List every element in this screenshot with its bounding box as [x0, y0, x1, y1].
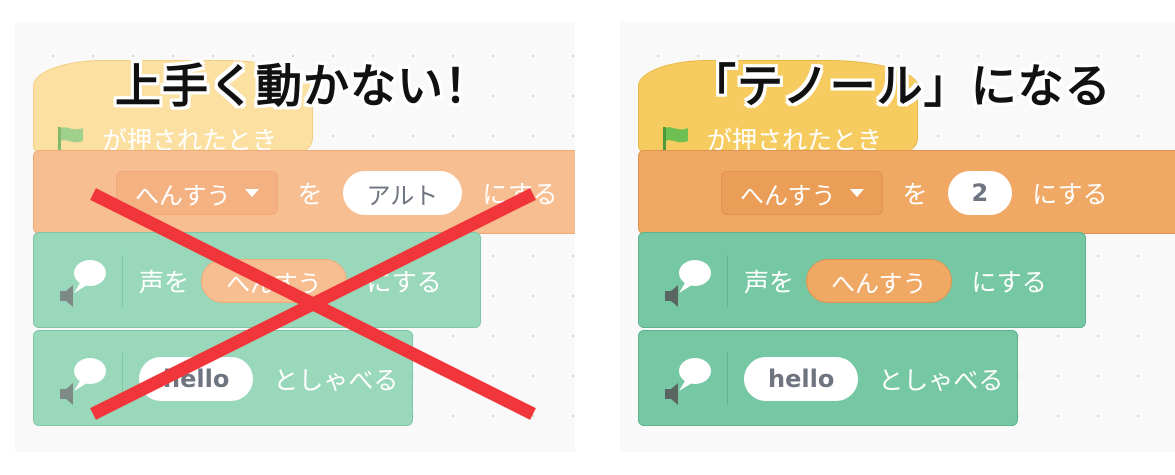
- say-suffix: としゃべる: [878, 366, 1004, 395]
- green-flag-icon: [663, 127, 688, 152]
- variable-reporter[interactable]: へんすう: [201, 259, 347, 303]
- set-variable-block[interactable]: へんすう を アルト にする: [33, 150, 575, 234]
- message-input[interactable]: hello: [139, 357, 254, 401]
- divider: [727, 353, 728, 405]
- voice-label: 声を: [139, 268, 190, 297]
- reporter-text: へんすう: [831, 269, 927, 298]
- speech-bubble-icon: [60, 260, 106, 307]
- voice-label: 声を: [744, 268, 795, 297]
- to-label: を: [902, 180, 928, 209]
- set-variable-block[interactable]: へんすう を 2 にする: [638, 150, 1175, 234]
- set-suffix: にする: [1032, 180, 1108, 209]
- voice-suffix: にする: [366, 268, 442, 297]
- value-input[interactable]: アルト: [342, 171, 463, 215]
- message-text: hello: [768, 365, 835, 393]
- divider: [122, 353, 123, 405]
- headline: 上手く動かない！: [115, 59, 491, 113]
- value-text: アルト: [366, 181, 439, 210]
- variable-dropdown[interactable]: へんすう: [116, 171, 278, 215]
- message-text: hello: [163, 365, 230, 393]
- reporter-text: へんすう: [226, 269, 322, 298]
- speech-bubble-icon: [665, 260, 711, 307]
- headline: 「テノール」になる: [690, 59, 1112, 113]
- set-suffix: にする: [482, 180, 558, 209]
- variable-reporter[interactable]: へんすう: [806, 259, 952, 303]
- divider: [122, 255, 123, 307]
- to-label: を: [297, 180, 323, 209]
- value-text: 2: [971, 179, 989, 207]
- dropdown-caret-icon: [849, 189, 864, 197]
- message-input[interactable]: hello: [744, 357, 859, 401]
- say-suffix: としゃべる: [273, 366, 399, 395]
- speech-bubble-icon: [60, 358, 106, 405]
- right-panel: が押されたとき へんすう を 2 にする 声を へんすう にする hello と…: [620, 22, 1175, 452]
- value-input[interactable]: 2: [947, 171, 1013, 215]
- speech-bubble-icon: [665, 358, 711, 405]
- variable-name: へんすう: [135, 181, 231, 210]
- set-voice-block[interactable]: 声を へんすう にする: [33, 232, 481, 328]
- voice-suffix: にする: [971, 268, 1047, 297]
- dropdown-caret-icon: [244, 189, 259, 197]
- variable-dropdown[interactable]: へんすう: [721, 171, 883, 215]
- divider: [727, 255, 728, 307]
- left-panel: が押されたとき へんすう を アルト にする 声を へんすう にする hello…: [15, 22, 575, 452]
- set-voice-block[interactable]: 声を へんすう にする: [638, 232, 1086, 328]
- green-flag-icon: [58, 127, 83, 152]
- say-block[interactable]: hello としゃべる: [33, 330, 413, 426]
- say-block[interactable]: hello としゃべる: [638, 330, 1018, 426]
- variable-name: へんすう: [740, 181, 836, 210]
